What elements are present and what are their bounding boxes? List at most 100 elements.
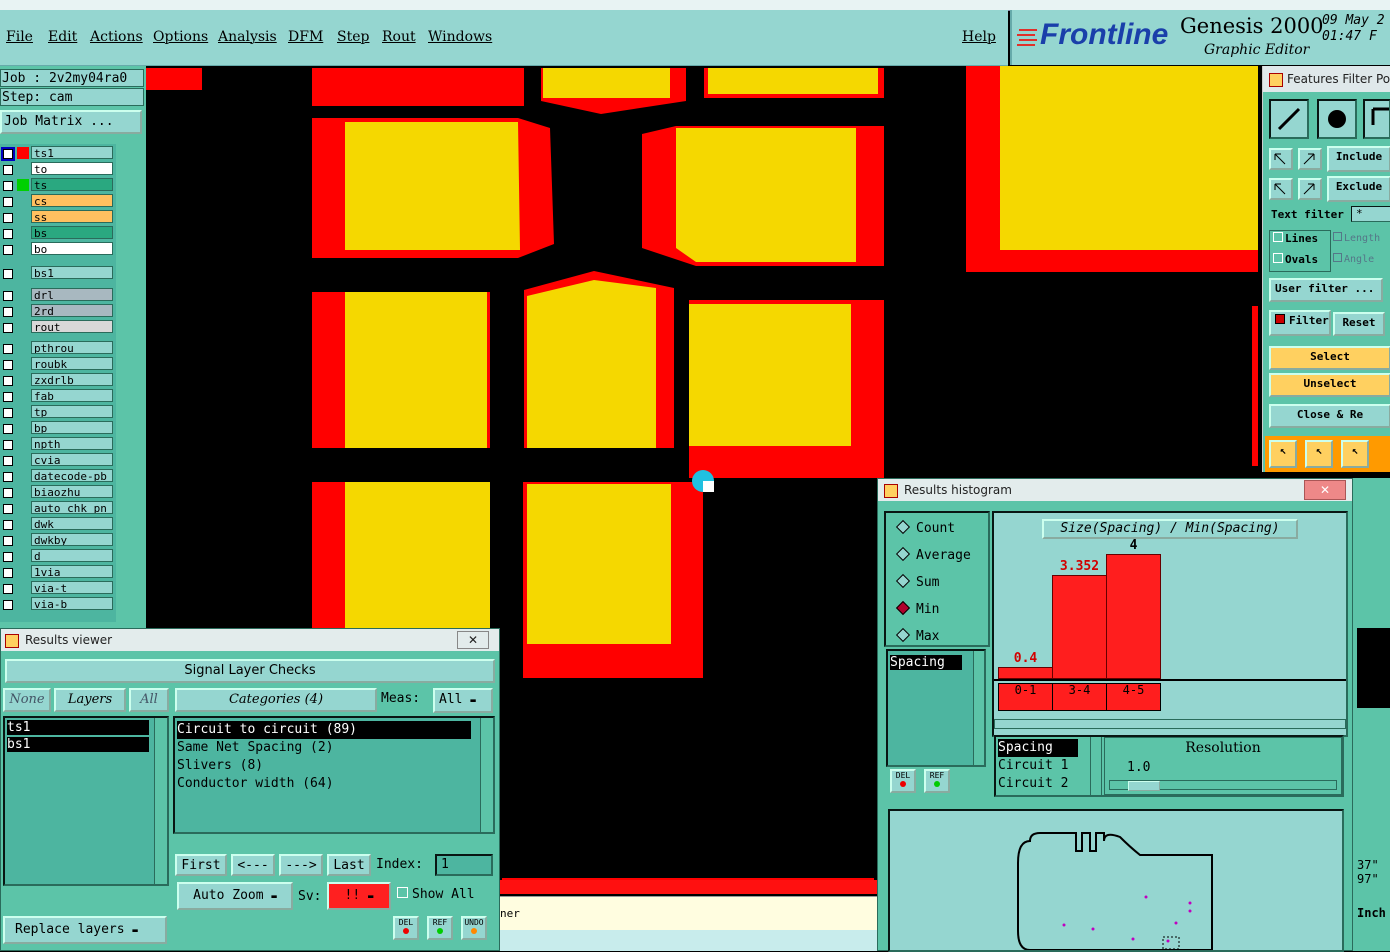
index-input[interactable]: 1 (435, 854, 493, 876)
layer-row-ts1[interactable]: ts1 (0, 146, 116, 161)
list-item[interactable]: bs1 (7, 737, 149, 752)
layer-row-via-t[interactable]: via-t (0, 581, 116, 596)
layer-checkbox[interactable] (3, 568, 13, 579)
category-label[interactable]: 0-1 (998, 683, 1053, 711)
layer-row-dwk[interactable]: dwk (0, 517, 116, 532)
histogram-bar[interactable] (1052, 574, 1107, 679)
layer-name[interactable]: bp (31, 421, 113, 435)
pad-tool-icon[interactable] (1317, 99, 1357, 139)
mode-min[interactable]: Min (895, 600, 939, 617)
category-same-net-spacing[interactable]: Same Net Spacing (2) (177, 739, 471, 757)
layer-name[interactable]: npth (31, 437, 113, 451)
ref-button[interactable]: REF (427, 916, 453, 940)
job-matrix-button[interactable]: Job Matrix ... (0, 110, 142, 134)
layer-row-ss[interactable]: ss (0, 210, 116, 225)
layer-name[interactable]: via-t (31, 581, 113, 595)
layer-row-datecode-pb[interactable]: datecode-pb (0, 469, 116, 484)
histogram-chart[interactable]: Size(Spacing) / Min(Spacing) 0.4 0-1 3.352… (992, 511, 1348, 737)
layer-checkbox[interactable] (3, 245, 13, 255)
hist-ref-button[interactable]: REF (924, 769, 950, 793)
pointer-select-icon[interactable]: ↖ (1305, 440, 1333, 468)
arrow-exclude-icon[interactable] (1269, 178, 1293, 200)
all-button[interactable]: All (129, 688, 169, 712)
layer-checkbox[interactable] (3, 408, 13, 419)
layer-checkbox[interactable] (3, 392, 13, 403)
layer-checkbox[interactable] (3, 472, 13, 483)
undo-button[interactable]: UNDO (461, 916, 487, 940)
layer-row-dwkby[interactable]: dwkby (0, 533, 116, 548)
sort-item-circuit-1[interactable]: Circuit 1 (998, 757, 1078, 775)
mode-count[interactable]: Count (895, 519, 955, 536)
histogram-bar[interactable] (998, 666, 1053, 679)
sort-item-spacing[interactable]: Spacing (998, 739, 1078, 757)
layer-row-bo[interactable]: bo (0, 242, 116, 257)
layer-name[interactable]: fab (31, 389, 113, 403)
layer-row-bp[interactable]: bp (0, 421, 116, 436)
sort-item-circuit-2[interactable]: Circuit 2 (998, 775, 1078, 793)
layer-checkbox[interactable] (3, 360, 13, 371)
menu-actions[interactable]: Actions (90, 29, 143, 45)
histogram-titlebar[interactable]: Results histogram ✕ (878, 479, 1352, 501)
select-button[interactable]: Select (1269, 346, 1390, 370)
layer-name[interactable]: tp (31, 405, 113, 419)
sort-scrollbar[interactable] (1090, 737, 1102, 795)
layer-row-roubk[interactable]: roubk (0, 357, 116, 372)
layer-name[interactable]: bs (31, 226, 113, 239)
layer-name[interactable]: zxdrlb (31, 373, 113, 387)
layer-checkbox[interactable] (3, 552, 13, 563)
layer-name[interactable]: via-b (31, 597, 113, 611)
user-filter-button[interactable]: User filter ... (1269, 278, 1383, 302)
layer-checkbox[interactable] (3, 600, 13, 611)
layer-row-drl[interactable]: drl (0, 288, 116, 303)
layer-name[interactable]: ss (31, 210, 113, 223)
layer-row-pthrou[interactable]: pthrou (0, 341, 116, 356)
layer-row-2rd[interactable]: 2rd (0, 304, 116, 319)
layer-checkbox[interactable] (3, 488, 13, 499)
layer-name[interactable]: drl (31, 288, 113, 302)
layer-checkbox[interactable] (3, 376, 13, 387)
layer-name[interactable]: d (31, 549, 113, 563)
exclude-button[interactable]: Exclude (1327, 176, 1390, 202)
mode-average[interactable]: Average (895, 546, 971, 563)
category-label[interactable]: 3-4 (1052, 683, 1107, 711)
layer-name[interactable]: 1via (31, 565, 113, 579)
category-conductor-width[interactable]: Conductor width (64) (177, 775, 471, 793)
layer-row-cvia[interactable]: cvia (0, 453, 116, 468)
layer-name[interactable]: datecode-pb (31, 469, 113, 483)
layer-checkbox[interactable] (3, 584, 13, 595)
layer-name[interactable]: ts (31, 178, 113, 191)
layer-row-biaozhu[interactable]: biaozhu (0, 485, 116, 500)
show-all-checkbox[interactable]: Show All (397, 887, 475, 902)
hist-del-button[interactable]: DEL (890, 769, 916, 793)
close-icon[interactable]: ✕ (457, 631, 489, 649)
menu-rout[interactable]: Rout (382, 29, 416, 45)
layer-row-bs1[interactable]: bs1 (0, 266, 116, 281)
layer-checkbox[interactable] (3, 536, 13, 547)
arrow-include-all-icon[interactable] (1298, 148, 1322, 170)
measure-list[interactable]: Spacing (886, 649, 986, 767)
layer-checkbox[interactable] (3, 213, 13, 223)
arrow-include-icon[interactable] (1269, 148, 1293, 170)
pointer-tool-icon[interactable]: ↖ (1269, 440, 1297, 468)
layer-checkbox[interactable] (3, 344, 13, 355)
length-checkbox[interactable]: Length (1333, 232, 1380, 244)
layer-name[interactable]: ts1 (31, 146, 113, 159)
layer-checkbox[interactable] (3, 323, 13, 334)
layer-row-cs[interactable]: cs (0, 194, 116, 209)
include-button[interactable]: Include (1327, 146, 1390, 172)
layer-name[interactable]: biaozhu (31, 485, 113, 499)
layer-name[interactable]: bs1 (31, 266, 113, 279)
categories-scrollbar[interactable] (480, 718, 493, 832)
layer-row-zxdrlb[interactable]: zxdrlb (0, 373, 116, 388)
mode-max[interactable]: Max (895, 627, 939, 644)
menu-options[interactable]: Options (153, 29, 208, 45)
layer-row-bs[interactable]: bs (0, 226, 116, 241)
filter-toggle[interactable]: Filter (1269, 310, 1331, 336)
prev-button[interactable]: <--- (231, 854, 275, 876)
layer-name[interactable]: to (31, 162, 113, 175)
features-filter-titlebar[interactable]: Features Filter Po (1263, 66, 1390, 92)
layer-name[interactable]: cs (31, 194, 113, 207)
layer-checkbox[interactable] (3, 440, 13, 451)
category-circuit-to-circuit[interactable]: Circuit to circuit (89) (177, 721, 471, 739)
layer-checkbox[interactable] (3, 269, 13, 279)
